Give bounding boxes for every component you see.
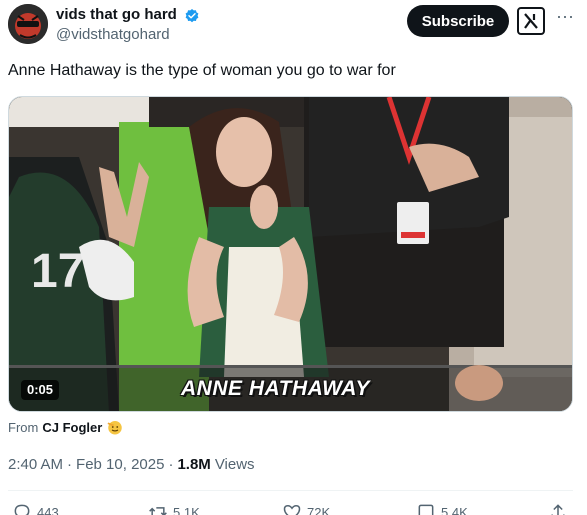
display-name[interactable]: vids that go hard [56, 6, 177, 23]
post-date[interactable]: Feb 10, 2025 [76, 456, 164, 473]
video-duration: 0:05 [21, 380, 60, 400]
post-text: Anne Hathaway is the type of woman you g… [8, 62, 396, 79]
meta-separator: · [168, 456, 174, 473]
avatar-image [8, 4, 48, 44]
repost-button[interactable]: 5.1K [148, 502, 200, 515]
saluting-face-icon [107, 421, 123, 435]
svg-text:17: 17 [31, 245, 84, 298]
video-frame: 17 [9, 97, 572, 411]
repost-count: 5.1K [173, 504, 200, 515]
grok-button[interactable] [517, 7, 545, 35]
bookmark-button[interactable]: 5.4K [416, 502, 468, 515]
views-count: 1.8M [177, 456, 211, 473]
divider [8, 490, 573, 491]
meta-separator: · [67, 456, 73, 473]
reply-icon [14, 504, 30, 515]
repost-icon [149, 507, 167, 515]
like-button[interactable]: 72K [282, 502, 330, 515]
bookmark-count: 5.4K [441, 504, 468, 515]
views-label: Views [214, 456, 255, 473]
video-player[interactable]: 17 0:05 ANNE HATHAWAY [8, 96, 573, 412]
reply-count: 443 [37, 504, 59, 515]
reply-button[interactable]: 443 [12, 502, 59, 515]
share-button[interactable] [548, 502, 568, 515]
more-options-icon[interactable]: ··· [554, 7, 576, 30]
like-count: 72K [307, 504, 331, 515]
avatar[interactable] [8, 4, 48, 44]
verified-badge-icon [185, 9, 199, 23]
from-label: From [8, 419, 39, 435]
video-attribution: From CJ Fogler [8, 418, 124, 436]
heart-icon [283, 504, 301, 515]
video-caption: ANNE HATHAWAY [181, 377, 370, 400]
from-author-link[interactable]: CJ Fogler [42, 420, 102, 435]
bookmark-icon [418, 504, 434, 515]
post-header: vids that go hard @vidsthatgohard Subscr… [8, 2, 579, 46]
post-time[interactable]: 2:40 AM [8, 456, 63, 473]
handle[interactable]: @vidsthatgohard [56, 26, 170, 43]
grok-icon [524, 13, 538, 29]
post-metadata: 2:40 AM · Feb 10, 2025 · 1.8M Views [8, 456, 255, 473]
share-icon [551, 504, 565, 515]
action-bar: 443 5.1K 72K 5.4K [8, 500, 579, 515]
subscribe-button[interactable]: Subscribe [407, 5, 509, 37]
